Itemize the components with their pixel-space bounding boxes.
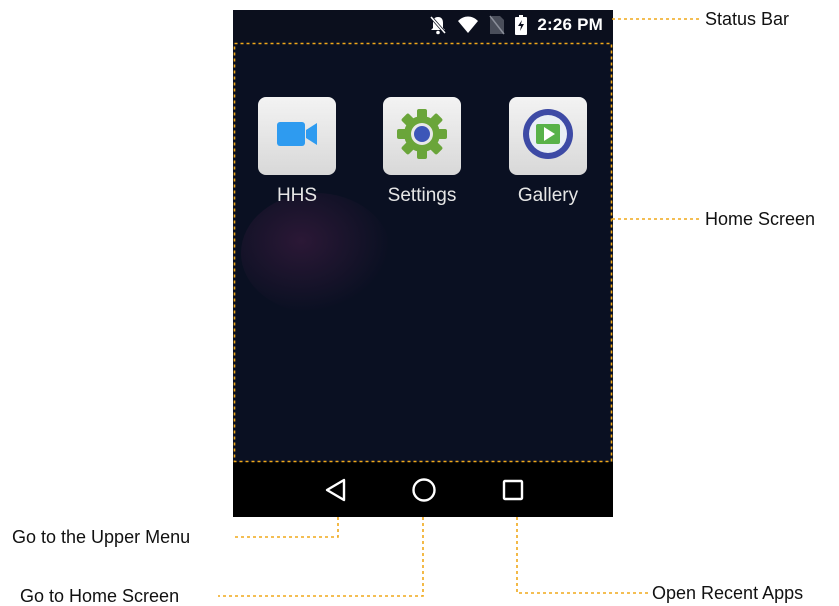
- app-settings-tile[interactable]: [383, 97, 461, 175]
- bell-off-icon: [429, 15, 447, 35]
- app-settings-label: Settings: [387, 185, 457, 206]
- recent-square-icon[interactable]: [499, 476, 527, 504]
- callout-recent-apps: Open Recent Apps: [652, 583, 804, 603]
- home-screen: HHS Settings Gallery: [233, 43, 613, 462]
- app-gallery-label: Gallery: [517, 185, 579, 206]
- home-circle-icon[interactable]: [410, 476, 438, 504]
- callout-status-bar: Status Bar: [705, 9, 790, 29]
- navigation-bar: [233, 462, 613, 517]
- app-gallery-tile[interactable]: [509, 97, 587, 175]
- app-hhs-tile[interactable]: [258, 97, 336, 175]
- gear-icon: [395, 107, 449, 166]
- home-leader: [218, 517, 424, 597]
- callout-home: Go to Home Screen: [20, 586, 180, 606]
- screen-smudge: [241, 193, 391, 313]
- wifi-icon: [457, 16, 479, 34]
- video-camera-icon: [275, 119, 319, 154]
- status-clock: 2:26 PM: [537, 15, 603, 34]
- callout-upper-menu: Go to the Upper Menu: [12, 527, 191, 547]
- status-icons: 2:26 PM: [429, 14, 603, 36]
- callout-home-screen: Home Screen: [705, 209, 816, 229]
- back-triangle-icon[interactable]: [322, 476, 350, 504]
- upper-menu-leader: [232, 517, 339, 538]
- app-gallery[interactable]: Gallery: [498, 97, 598, 207]
- gallery-play-icon: [520, 106, 576, 167]
- app-hhs-label: HHS: [276, 185, 318, 206]
- battery-charging-icon: [515, 15, 528, 35]
- recent-apps-leader: [516, 517, 648, 594]
- app-hhs[interactable]: HHS: [247, 97, 347, 207]
- app-settings[interactable]: Settings: [372, 97, 472, 207]
- status-bar: 2:26 PM: [233, 10, 613, 40]
- no-sim-icon: [489, 15, 505, 35]
- phone-screen: 2:26 PM HHS Settings Gallery: [233, 10, 613, 517]
